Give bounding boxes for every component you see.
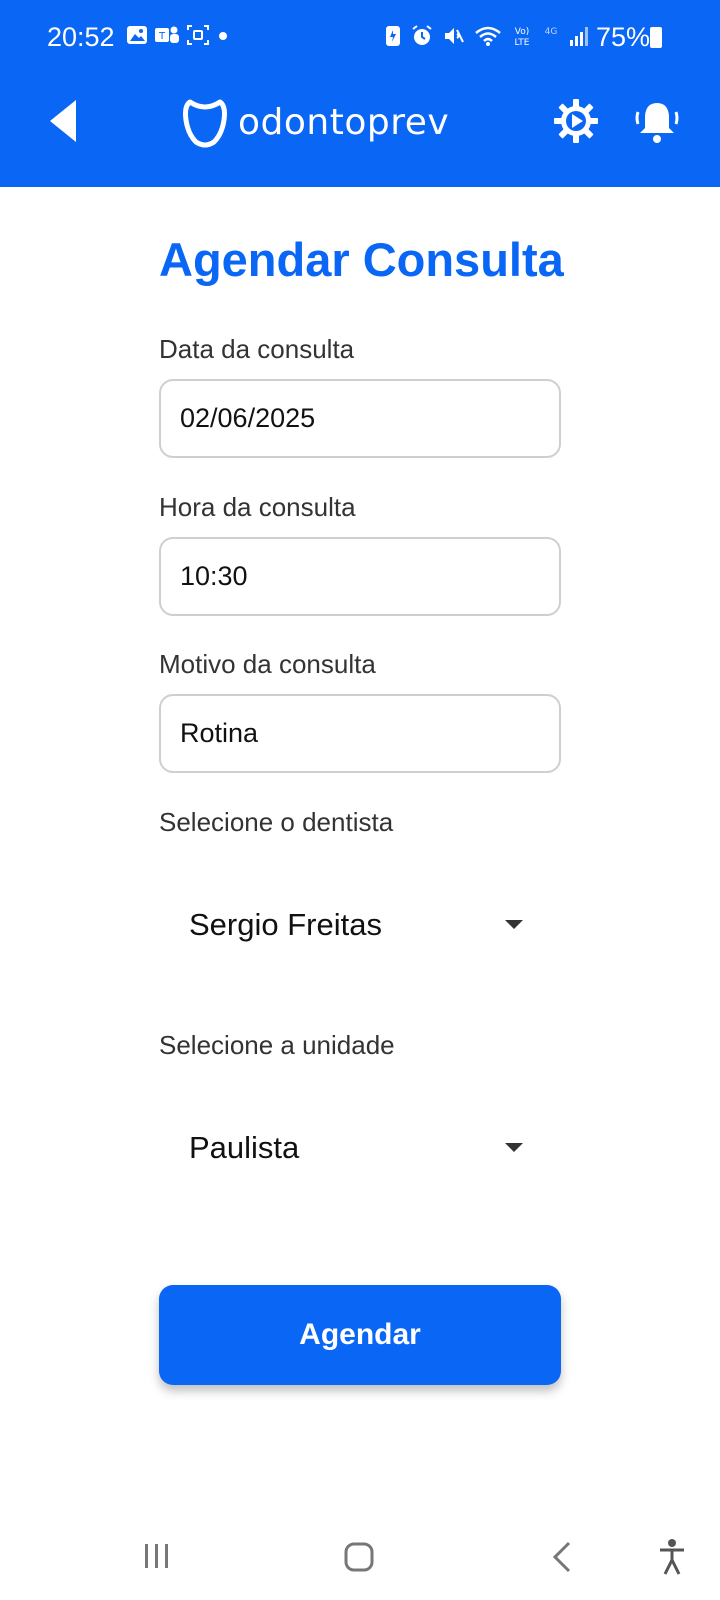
- back-icon[interactable]: [46, 96, 80, 146]
- svg-text:T: T: [158, 31, 166, 42]
- date-label: Data da consulta: [159, 334, 355, 364]
- recent-apps-icon[interactable]: [142, 1542, 172, 1570]
- unit-label: Selecione a unidade: [159, 1030, 395, 1060]
- battery-icon: [650, 27, 662, 48]
- page-title: Agendar Consulta: [159, 233, 564, 286]
- tooth-logo-icon: [183, 99, 227, 148]
- bell-icon[interactable]: [634, 98, 680, 146]
- screenshot-icon: [187, 25, 209, 45]
- gear-icon[interactable]: [553, 98, 599, 144]
- status-right-icons: Vo) LTE 4G: [384, 24, 590, 48]
- status-time: 20:52: [47, 22, 115, 52]
- volte-icon: Vo) LTE: [515, 27, 530, 48]
- notification-dot-icon: [219, 32, 227, 40]
- gallery-icon: [127, 26, 147, 44]
- caret-down-icon: [505, 1143, 523, 1152]
- date-input[interactable]: 02/06/2025: [159, 379, 561, 458]
- battery-percent: 75%: [595, 22, 650, 52]
- 4g-icon: 4G: [545, 27, 558, 37]
- data-saver-icon: [386, 26, 400, 46]
- time-input[interactable]: 10:30: [159, 537, 561, 616]
- app-header: 20:52 T Vo) LTE 4G 75% odontoprev: [0, 0, 720, 187]
- svg-text:LTE: LTE: [515, 38, 530, 48]
- alarm-icon: [412, 25, 432, 45]
- system-nav-bar: [0, 1510, 720, 1600]
- teams-icon: T: [155, 26, 179, 43]
- schedule-button[interactable]: Agendar: [159, 1285, 561, 1385]
- status-left-icons: T: [126, 24, 230, 46]
- signal-icon: [570, 27, 588, 46]
- reason-input[interactable]: Rotina: [159, 694, 561, 773]
- reason-label: Motivo da consulta: [159, 649, 376, 679]
- dentist-label: Selecione o dentista: [159, 807, 394, 837]
- caret-down-icon: [505, 920, 523, 929]
- svg-text:4G: 4G: [545, 27, 558, 37]
- dentist-select[interactable]: Sergio Freitas: [159, 885, 561, 965]
- dentist-selected-value: Sergio Freitas: [189, 907, 382, 942]
- unit-selected-value: Paulista: [189, 1130, 300, 1165]
- nav-back-icon[interactable]: [552, 1540, 572, 1574]
- home-icon[interactable]: [344, 1542, 374, 1572]
- unit-select[interactable]: Paulista: [159, 1108, 561, 1188]
- status-bar: 20:52 T Vo) LTE 4G 75%: [0, 0, 720, 78]
- wifi-icon: [475, 26, 501, 46]
- mute-icon: [445, 28, 464, 44]
- svg-text:Vo): Vo): [515, 27, 529, 37]
- brand-logo: odontoprev: [182, 96, 449, 148]
- accessibility-icon[interactable]: [658, 1538, 686, 1576]
- brand-name: odontoprev: [238, 101, 450, 143]
- time-label: Hora da consulta: [159, 492, 356, 522]
